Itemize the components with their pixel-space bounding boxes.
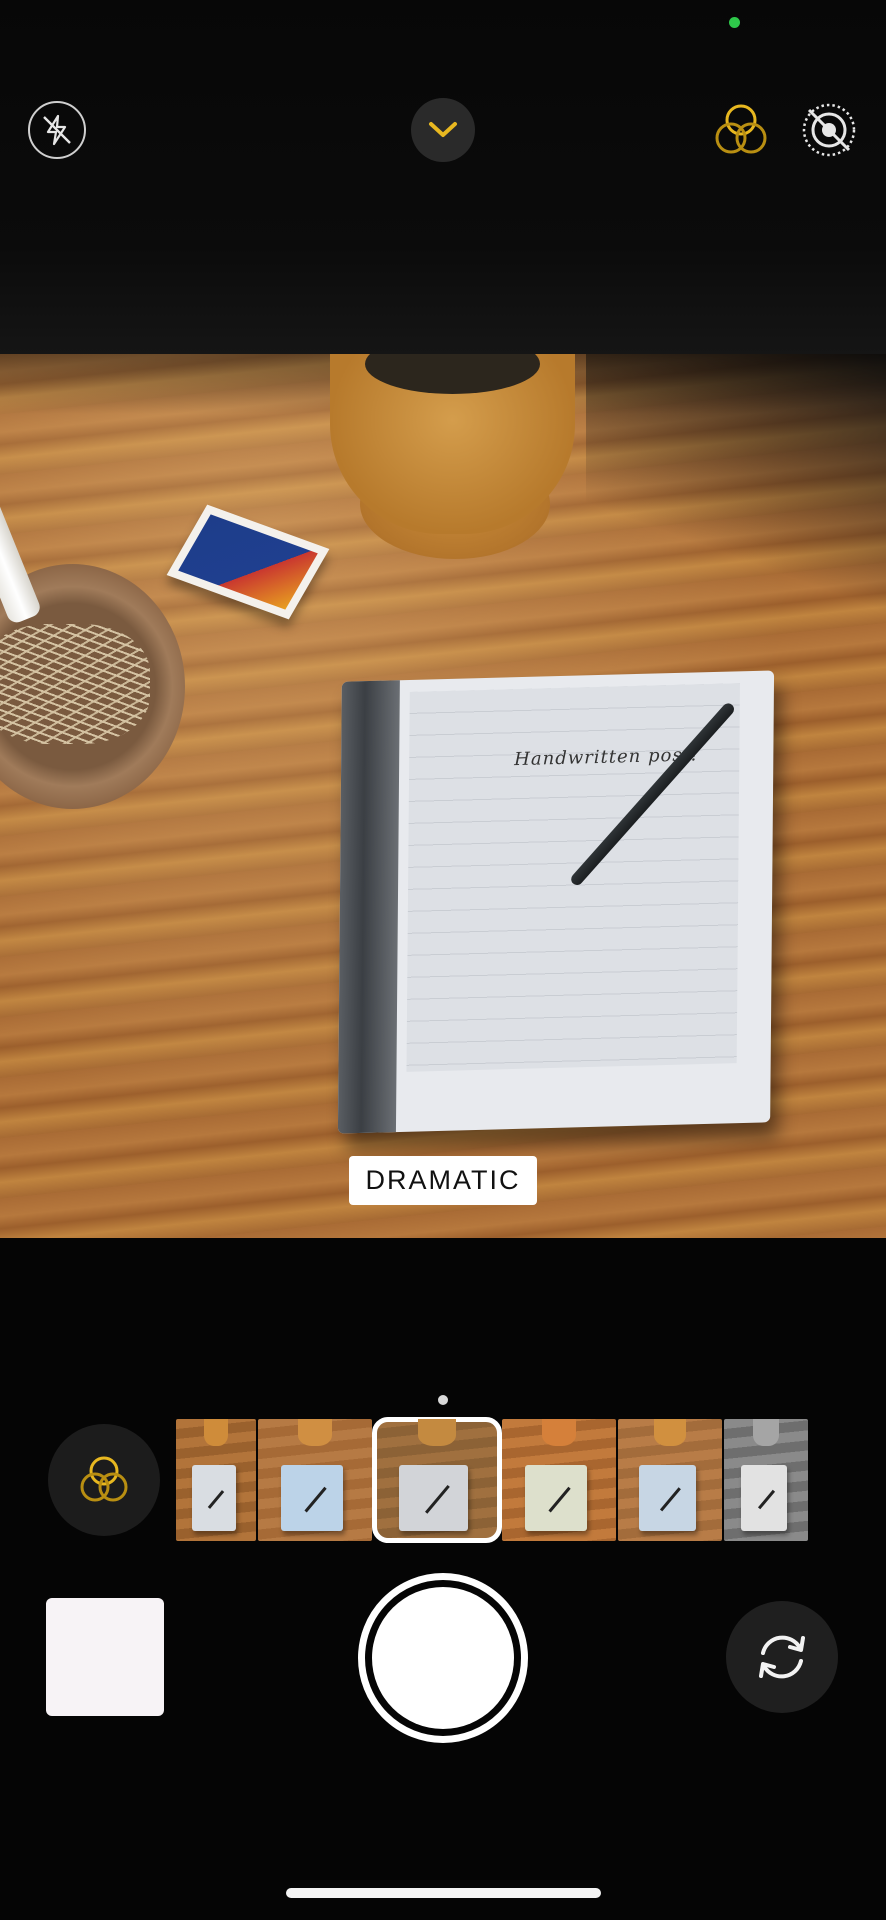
thumbnail-tablet (399, 1465, 469, 1532)
camera-flip-icon (759, 1635, 805, 1679)
photo-library-thumbnail[interactable] (46, 1598, 164, 1716)
camera-viewfinder[interactable]: Handwritten post! (0, 354, 886, 1238)
flash-off-icon (43, 114, 71, 146)
camera-app: Handwritten post! DRAMATIC (0, 0, 886, 1920)
thumbnail-tablet (280, 1465, 344, 1532)
thumbnail-pot (204, 1419, 228, 1446)
matchbox (166, 504, 330, 620)
e-ink-tablet: Handwritten post! (337, 670, 775, 1134)
filter-thumbnail[interactable] (258, 1419, 372, 1541)
shutter-button-inner (372, 1587, 514, 1729)
flip-camera-button[interactable] (726, 1601, 838, 1713)
controls-toggle-button[interactable] (411, 98, 475, 162)
filters-button[interactable] (48, 1424, 160, 1536)
filters-toggle-button[interactable] (707, 96, 775, 164)
filter-thumbnail[interactable] (502, 1419, 616, 1541)
tablet-screen: Handwritten post! (406, 683, 740, 1072)
live-photo-button[interactable] (799, 100, 859, 160)
home-indicator[interactable] (286, 1888, 601, 1898)
thumbnail-pot (753, 1419, 779, 1446)
thumbnail-tablet (638, 1465, 696, 1532)
filter-thumbnail[interactable] (618, 1419, 722, 1541)
thumbnail-pot (418, 1419, 456, 1446)
thumbnail-tablet (524, 1465, 588, 1532)
shutter-button[interactable] (358, 1573, 528, 1743)
stylus-pen (568, 700, 737, 888)
matchsticks (0, 624, 150, 744)
thumbnail-tablet (740, 1465, 787, 1532)
flash-button[interactable] (28, 101, 86, 159)
chevron-down-icon (429, 122, 457, 137)
filters-icon (715, 104, 767, 154)
thumbnail-pot (654, 1419, 686, 1446)
filters-icon (80, 1456, 128, 1502)
tablet-spine (337, 680, 400, 1134)
live-photo-off-icon (802, 103, 856, 157)
filter-name-label: DRAMATIC (349, 1156, 537, 1205)
thumbnail-pot (297, 1419, 333, 1446)
top-bar (0, 0, 886, 354)
filter-strip-indicator (438, 1395, 448, 1405)
filter-thumbnail[interactable] (724, 1419, 808, 1541)
filter-thumbnail-selected[interactable] (372, 1417, 502, 1543)
thumbnail-pot (541, 1419, 577, 1446)
matchbox-label (178, 514, 318, 610)
camera-in-use-indicator (729, 17, 740, 28)
filter-thumbnail[interactable] (176, 1419, 256, 1541)
thumbnail-tablet (192, 1465, 236, 1532)
filter-strip[interactable] (176, 1417, 836, 1543)
